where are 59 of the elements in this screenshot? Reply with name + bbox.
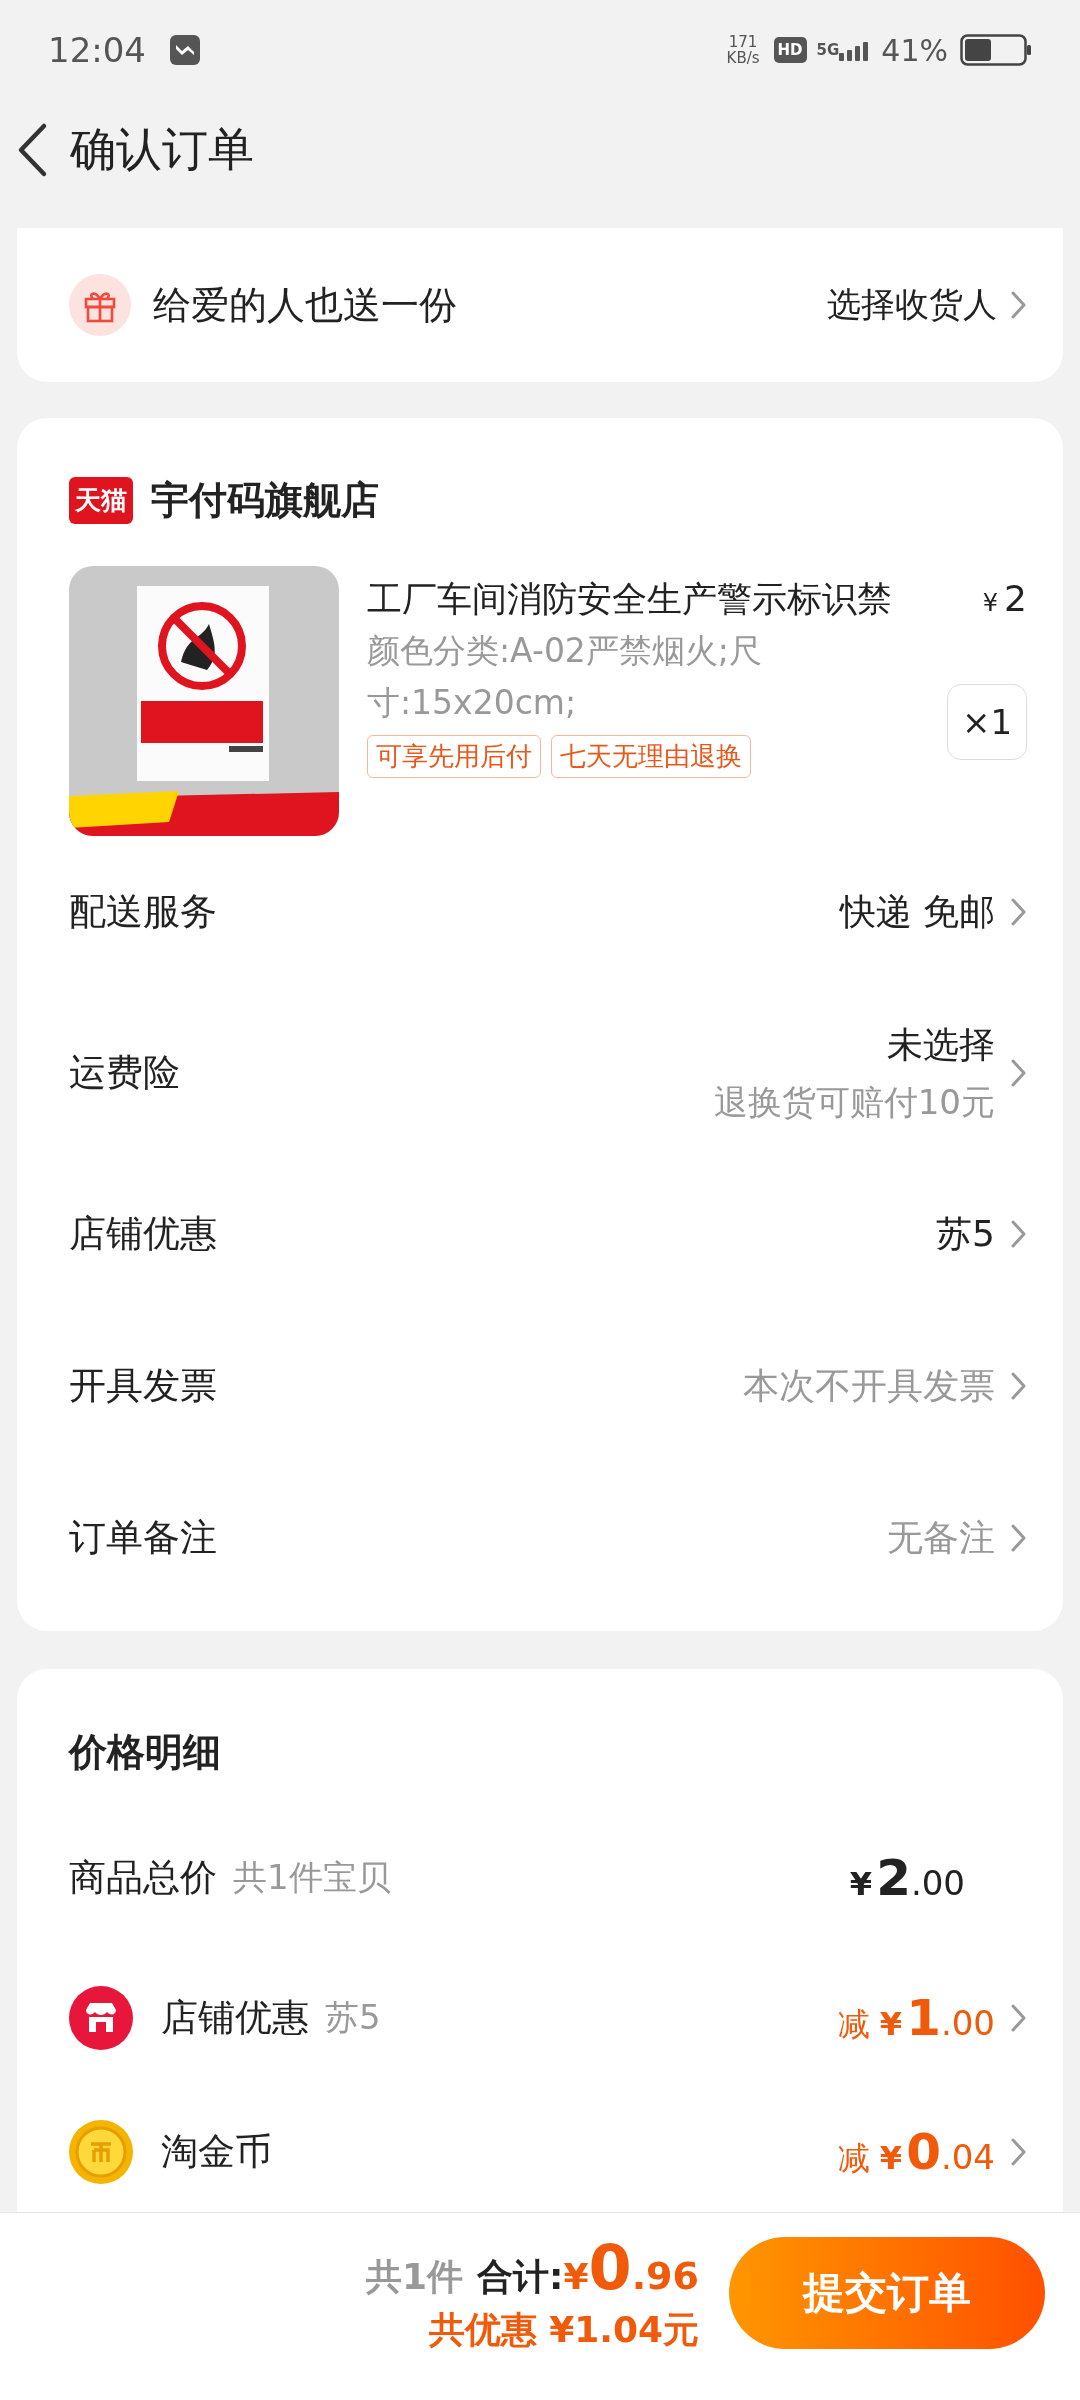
chevron-icon: [1011, 898, 1027, 926]
back-button[interactable]: [16, 122, 48, 178]
page-title: 确认订单: [70, 121, 254, 178]
chevron-icon: [1011, 291, 1027, 319]
product-spec: 颜色分类:A-02严禁烟火;尺寸:15x20cm;: [367, 630, 763, 724]
battery-percent: 41%: [881, 32, 948, 68]
total-label: 合计:: [477, 2254, 564, 2299]
row-label: 开具发票: [69, 1363, 217, 1409]
coin-icon: [69, 2120, 133, 2184]
service-tag: 可享先用后付: [367, 735, 541, 778]
product-price: ¥ 2: [982, 578, 1027, 619]
chevron-icon: [1011, 1524, 1027, 1552]
network-speed: 171: [728, 34, 758, 50]
gift-label: 给爱的人也送一份: [153, 281, 458, 329]
item-count: 共1件: [366, 2254, 464, 2299]
speed-unit: KB/s: [726, 50, 760, 66]
row-value-link[interactable]: 快递 免邮: [839, 887, 1027, 937]
chevron-icon: [1011, 1372, 1027, 1400]
service-tag: 七天无理由退换: [551, 735, 751, 778]
price-label: 商品总价: [69, 1855, 217, 1901]
savings-text: 共优惠 ¥1.04元: [428, 2307, 699, 2352]
row-value: 未选择: [887, 1022, 995, 1067]
row-value: 本次不开具发票: [743, 1363, 995, 1408]
row-value: 苏5: [936, 1211, 995, 1256]
battery-icon: [960, 34, 1032, 66]
row-value-link[interactable]: 未选择 退换货可赔付10元: [713, 1020, 1027, 1126]
store-icon: [69, 1986, 133, 2050]
total-price: ¥2.00: [849, 1849, 965, 1907]
price-label: 店铺优惠: [161, 1995, 309, 2041]
row-value: 无备注: [887, 1515, 995, 1560]
hd-badge: HD: [773, 37, 807, 63]
price-note: 苏5: [325, 1996, 381, 2039]
quantity-button[interactable]: ×1: [947, 684, 1027, 760]
select-recipient-link[interactable]: 选择收货人: [827, 282, 1027, 328]
row-label: 订单备注: [69, 1515, 217, 1561]
network-type: 5G: [816, 41, 840, 59]
notification-icon: [170, 35, 200, 65]
row-value: 快递 免邮: [839, 889, 995, 934]
clock: 12:04: [48, 30, 146, 70]
gift-icon: [69, 274, 131, 336]
discount-amount: 减 ¥0.04: [837, 2123, 995, 2181]
tmall-badge: 天猫: [69, 476, 133, 524]
total-amount: ¥0.96: [563, 2230, 699, 2304]
section-title: 价格明细: [69, 1728, 222, 1776]
price-note: 共1件宝贝: [233, 1856, 391, 1899]
chevron-icon: [1011, 1220, 1027, 1248]
chevron-icon: [1011, 1059, 1027, 1087]
row-value-link[interactable]: 苏5: [936, 1209, 1027, 1259]
product-title: 工厂车间消防安全生产警示标识禁: [367, 578, 892, 621]
row-label: 运费险: [69, 1050, 180, 1096]
row-label: 配送服务: [69, 889, 217, 935]
row-label: 店铺优惠: [69, 1211, 217, 1257]
chevron-icon: [1011, 2004, 1027, 2032]
signal-icon: [839, 39, 870, 61]
discount-amount: 减 ¥1.00: [837, 1989, 995, 2047]
store-name: 宇付码旗舰店: [151, 476, 379, 524]
row-note: 退换货可赔付10元: [713, 1080, 995, 1124]
chevron-icon: [1011, 2138, 1027, 2166]
price-label: 淘金币: [161, 2129, 272, 2175]
